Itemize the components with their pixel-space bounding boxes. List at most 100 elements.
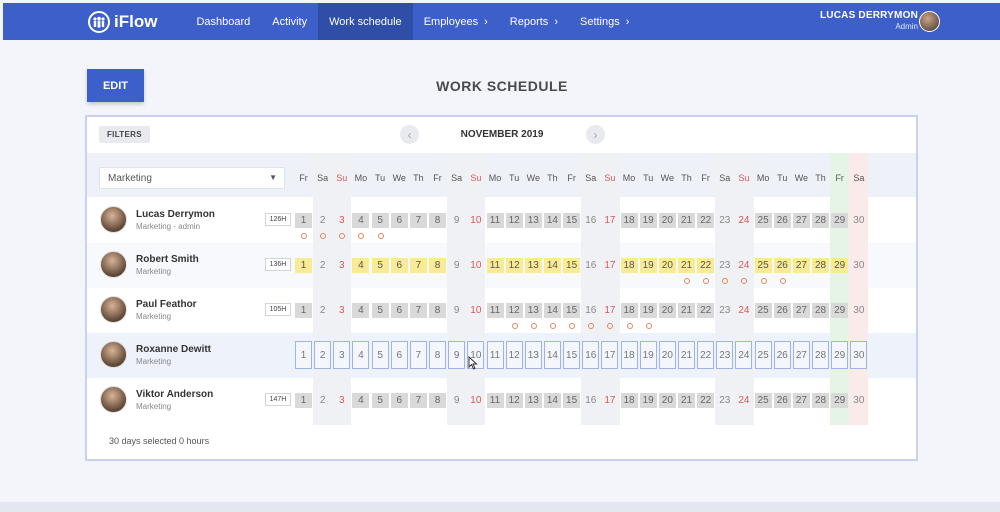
day-cell[interactable]: 18 bbox=[620, 341, 638, 369]
user-avatar[interactable] bbox=[919, 11, 940, 32]
day-cell[interactable]: 27 bbox=[792, 341, 810, 369]
day-cell[interactable]: 30 bbox=[850, 393, 867, 408]
day-cell[interactable]: 21 bbox=[678, 393, 695, 408]
nav-item-activity[interactable]: Activity bbox=[261, 3, 318, 40]
day-cell[interactable]: 18 bbox=[620, 213, 638, 228]
day-cell[interactable]: 18 bbox=[620, 303, 638, 318]
day-cell[interactable]: 18 bbox=[620, 258, 638, 273]
day-cell[interactable]: 3 bbox=[333, 393, 350, 408]
day-cell[interactable]: 19 bbox=[639, 213, 657, 228]
day-cell[interactable]: 21 bbox=[678, 341, 695, 369]
day-cell[interactable]: 14 bbox=[543, 393, 561, 408]
day-cell[interactable]: 8 bbox=[429, 303, 447, 318]
user-menu[interactable]: LUCAS DERRYMON Admin bbox=[820, 10, 918, 31]
day-cell[interactable]: 1 bbox=[295, 258, 312, 273]
day-cell[interactable]: 11 bbox=[486, 341, 504, 369]
day-cell[interactable]: 8 bbox=[429, 258, 447, 273]
day-cell[interactable]: 8 bbox=[429, 213, 447, 228]
day-cell[interactable]: 17 bbox=[601, 258, 618, 273]
day-cell[interactable]: 28 bbox=[812, 258, 830, 273]
day-cell[interactable]: 7 bbox=[409, 341, 427, 369]
day-cell[interactable]: 26 bbox=[773, 258, 791, 273]
day-cell[interactable]: 24 bbox=[735, 341, 753, 369]
day-cell[interactable]: 14 bbox=[543, 341, 561, 369]
day-cell[interactable]: 17 bbox=[601, 213, 618, 228]
day-cell[interactable]: 17 bbox=[601, 303, 618, 318]
day-cell[interactable]: 12 bbox=[505, 303, 523, 318]
day-cell[interactable]: 23 bbox=[716, 303, 733, 318]
day-cell[interactable]: 2 bbox=[314, 393, 331, 408]
day-cell[interactable]: 15 bbox=[563, 393, 581, 408]
day-cell[interactable]: 28 bbox=[812, 303, 830, 318]
day-cell[interactable]: 3 bbox=[333, 303, 350, 318]
day-cell[interactable]: 20 bbox=[658, 393, 676, 408]
day-cell[interactable]: 25 bbox=[754, 393, 772, 408]
day-cell[interactable]: 10 bbox=[467, 258, 484, 273]
day-cell[interactable]: 23 bbox=[716, 393, 733, 408]
day-cell[interactable]: 6 bbox=[390, 393, 408, 408]
day-cell[interactable]: 16 bbox=[582, 393, 599, 408]
day-cell[interactable]: 17 bbox=[601, 341, 619, 369]
day-cell[interactable]: 9 bbox=[448, 393, 465, 408]
day-cell[interactable]: 29 bbox=[831, 341, 849, 369]
day-cell[interactable]: 9 bbox=[448, 341, 466, 369]
filters-button[interactable]: FILTERS bbox=[99, 126, 150, 143]
day-cell[interactable]: 27 bbox=[792, 393, 810, 408]
day-cell[interactable]: 14 bbox=[543, 303, 561, 318]
day-cell[interactable]: 6 bbox=[390, 303, 408, 318]
day-cell[interactable]: 10 bbox=[467, 213, 484, 228]
nav-item-employees[interactable]: Employees › bbox=[413, 3, 499, 40]
day-cell[interactable]: 9 bbox=[448, 213, 465, 228]
day-cell[interactable]: 13 bbox=[524, 213, 542, 228]
day-cell[interactable]: 22 bbox=[697, 258, 715, 273]
day-cell[interactable]: 4 bbox=[352, 258, 370, 273]
day-cell[interactable]: 6 bbox=[390, 258, 408, 273]
app-logo[interactable]: iFlow bbox=[88, 10, 157, 33]
day-cell[interactable]: 30 bbox=[850, 303, 867, 318]
day-cell[interactable]: 27 bbox=[792, 213, 810, 228]
employee-name[interactable]: Paul Feathor bbox=[136, 299, 197, 310]
day-cell[interactable]: 17 bbox=[601, 393, 618, 408]
nav-item-work-schedule[interactable]: Work schedule bbox=[318, 3, 413, 40]
day-cell[interactable]: 30 bbox=[850, 258, 867, 273]
day-cell[interactable]: 30 bbox=[850, 213, 867, 228]
day-cell[interactable]: 22 bbox=[697, 213, 715, 228]
day-cell[interactable]: 29 bbox=[831, 303, 849, 318]
day-cell[interactable]: 28 bbox=[812, 341, 830, 369]
day-cell[interactable]: 20 bbox=[658, 213, 676, 228]
department-select[interactable]: Marketing ▼ bbox=[99, 167, 285, 189]
day-cell[interactable]: 4 bbox=[352, 341, 370, 369]
day-cell[interactable]: 7 bbox=[409, 393, 427, 408]
day-cell[interactable]: 23 bbox=[716, 341, 734, 369]
day-cell[interactable]: 11 bbox=[486, 258, 504, 273]
day-cell[interactable]: 2 bbox=[314, 213, 331, 228]
day-cell[interactable]: 15 bbox=[563, 341, 581, 369]
day-cell[interactable]: 2 bbox=[314, 303, 331, 318]
day-cell[interactable]: 14 bbox=[543, 258, 561, 273]
day-cell[interactable]: 11 bbox=[486, 303, 504, 318]
day-cell[interactable]: 3 bbox=[333, 341, 351, 369]
day-cell[interactable]: 15 bbox=[563, 303, 581, 318]
day-cell[interactable]: 5 bbox=[371, 258, 389, 273]
day-cell[interactable]: 10 bbox=[467, 303, 484, 318]
day-cell[interactable]: 13 bbox=[524, 341, 542, 369]
day-cell[interactable]: 5 bbox=[371, 213, 389, 228]
day-cell[interactable]: 15 bbox=[563, 213, 581, 228]
day-cell[interactable]: 5 bbox=[371, 393, 389, 408]
day-cell[interactable]: 3 bbox=[333, 258, 350, 273]
day-cell[interactable]: 16 bbox=[582, 303, 599, 318]
employee-name[interactable]: Lucas Derrymon bbox=[136, 209, 215, 220]
day-cell[interactable]: 29 bbox=[831, 393, 849, 408]
day-cell[interactable]: 5 bbox=[371, 341, 389, 369]
day-cell[interactable]: 9 bbox=[448, 303, 465, 318]
day-cell[interactable]: 10 bbox=[467, 393, 484, 408]
prev-month-button[interactable]: ‹ bbox=[400, 125, 419, 144]
day-cell[interactable]: 24 bbox=[735, 303, 752, 318]
day-cell[interactable]: 12 bbox=[505, 258, 523, 273]
day-cell[interactable]: 4 bbox=[352, 303, 370, 318]
day-cell[interactable]: 12 bbox=[505, 213, 523, 228]
day-cell[interactable]: 1 bbox=[295, 393, 312, 408]
day-cell[interactable]: 20 bbox=[658, 303, 676, 318]
day-cell[interactable]: 24 bbox=[735, 213, 752, 228]
day-cell[interactable]: 19 bbox=[639, 341, 657, 369]
